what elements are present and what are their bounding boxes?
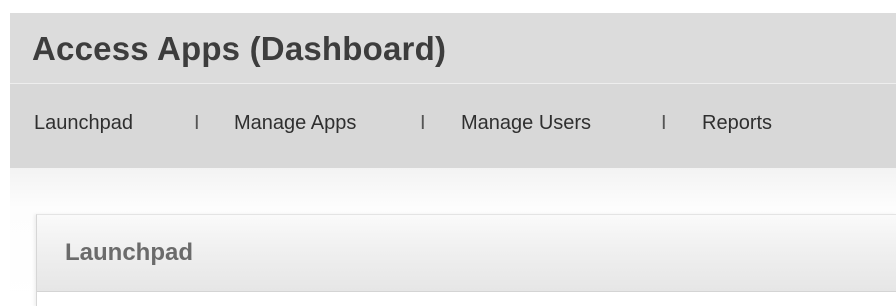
nav-item-manage-users[interactable]: Manage Users [461, 112, 591, 135]
panel-header: Launchpad [37, 215, 896, 292]
nav-item-launchpad[interactable]: Launchpad [34, 112, 133, 135]
top-nav: Launchpad I Manage Apps I Manage Users I… [10, 84, 896, 168]
nav-separator: I [194, 112, 200, 134]
app-header: Access Apps (Dashboard) Launchpad I Mana… [10, 13, 896, 168]
page-title: Access Apps (Dashboard) [32, 30, 447, 67]
nav-separator: I [420, 112, 426, 134]
nav-item-manage-apps[interactable]: Manage Apps [234, 112, 356, 135]
nav-item-reports[interactable]: Reports [702, 112, 772, 135]
panel-title: Launchpad [65, 239, 194, 266]
page: Access Apps (Dashboard) Launchpad I Mana… [0, 0, 896, 306]
nav-separator: I [661, 112, 667, 134]
launchpad-panel: Launchpad [36, 214, 896, 306]
